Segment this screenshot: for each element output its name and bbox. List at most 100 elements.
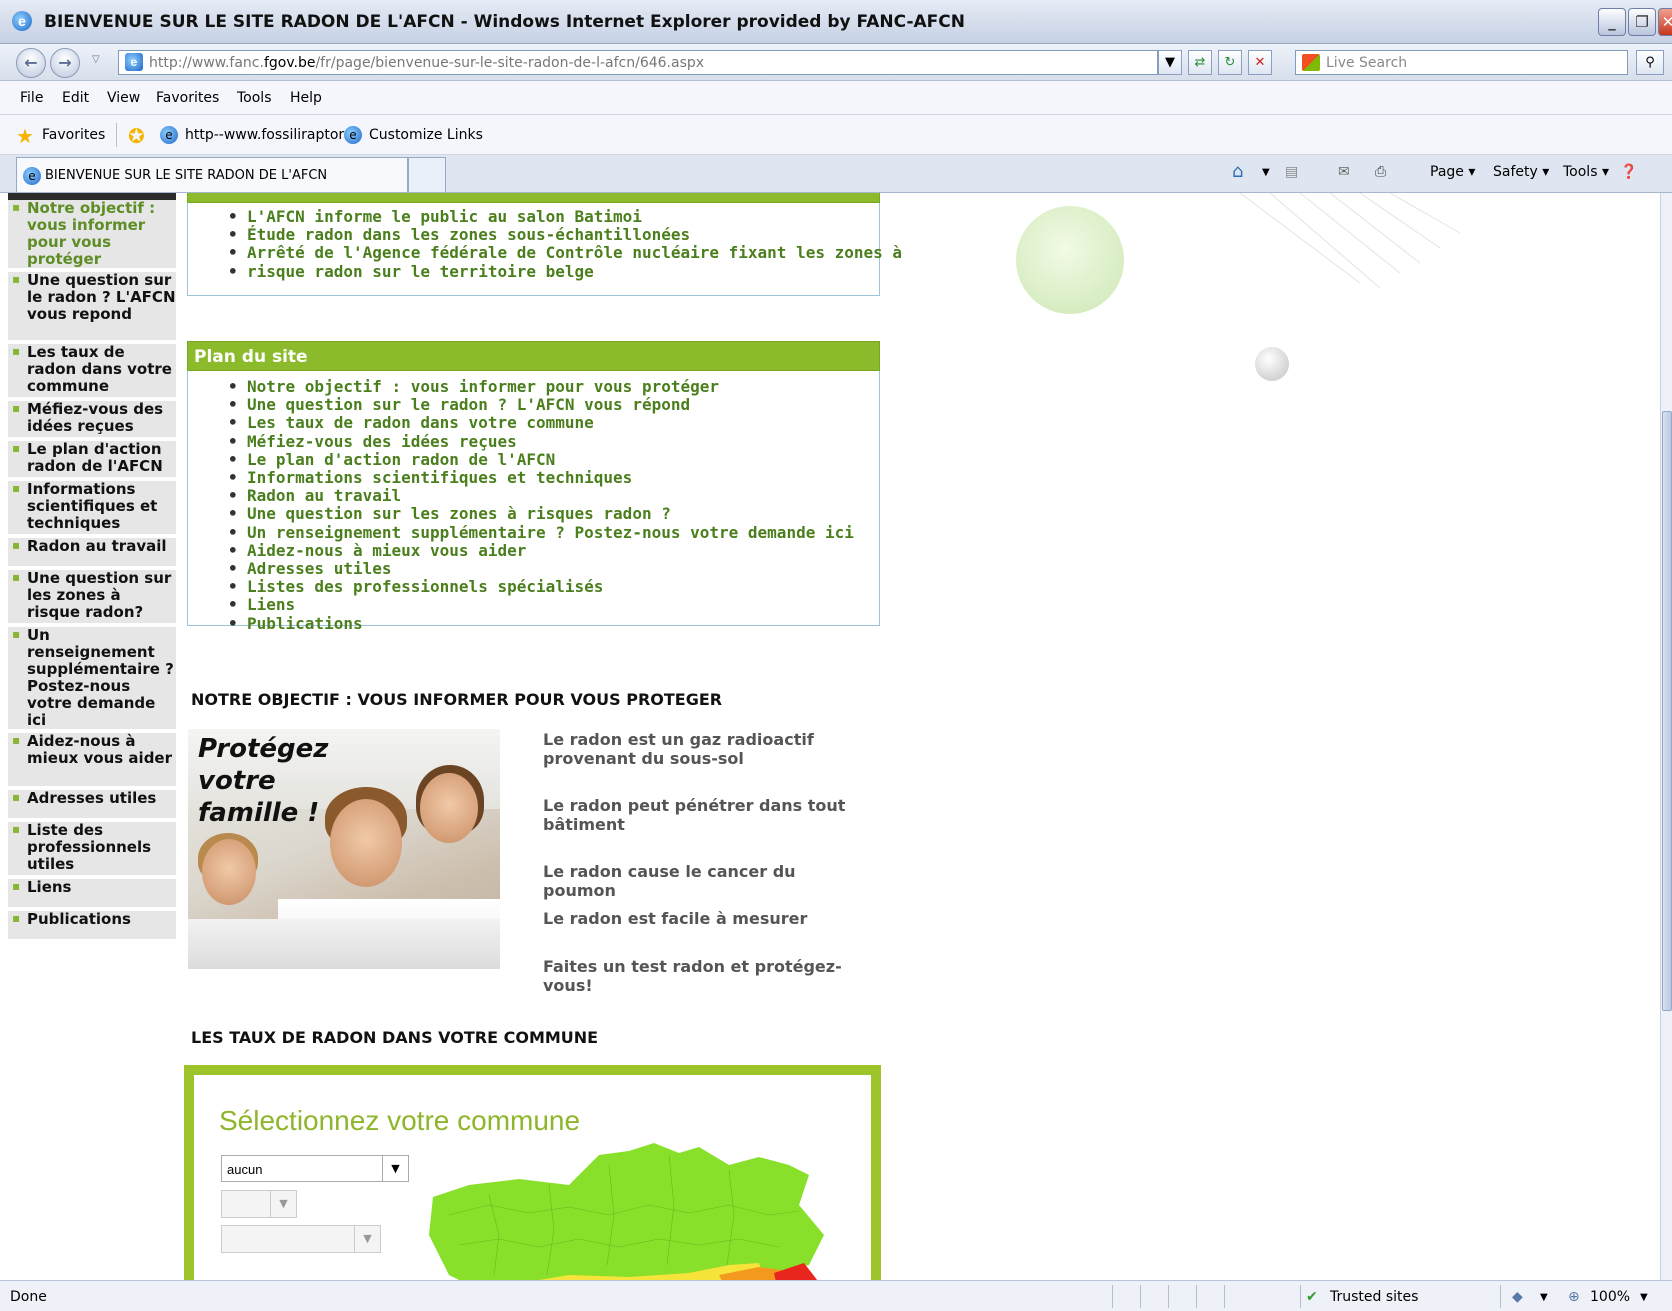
ie-logo-icon: e	[12, 11, 32, 31]
sitemap-item[interactable]: Listes des professionnels spécialisés	[228, 578, 854, 597]
sidebar-item-publications[interactable]: ▪ Publications	[8, 911, 176, 941]
sidebar-item-mefiez[interactable]: ▪ Méfiez-vous des idées reçues	[8, 401, 176, 439]
chevron-down-icon: ▼	[270, 1191, 296, 1217]
print-icon[interactable]: ⎙	[1375, 164, 1386, 180]
objective-heading: NOTRE OBJECTIF : VOUS INFORMER POUR VOUS…	[191, 690, 723, 709]
home-dropdown-icon[interactable]: ▼	[1262, 167, 1270, 178]
history-dropdown-icon[interactable]: ▽	[92, 54, 100, 65]
sitemap-item[interactable]: Un renseignement supplémentaire ? Postez…	[228, 523, 854, 542]
sidebar-item-adresses[interactable]: ▪ Adresses utiles	[8, 790, 176, 820]
protected-mode-icon[interactable]: ◆	[1512, 1289, 1523, 1305]
sidebar: ▪ Notre objectif : vous informer pour vou…	[8, 193, 176, 1280]
vertical-scrollbar[interactable]	[1660, 193, 1672, 1280]
sitemap-item[interactable]: Informations scientifiques et techniques	[228, 468, 854, 487]
sidebar-item-liens[interactable]: ▪ Liens	[8, 879, 176, 909]
menu-tools[interactable]: Tools	[237, 90, 272, 106]
fact-item[interactable]: Le radon cause le cancer du poumon	[543, 862, 863, 900]
url-dropdown-button[interactable]: ▼	[1158, 50, 1182, 75]
commune-widget: Sélectionnez votre commune aucun ▼ ▼ ▼	[184, 1065, 881, 1280]
tab-page-icon: e	[23, 167, 41, 185]
page-icon: e	[125, 53, 143, 71]
security-zone[interactable]: Trusted sites	[1330, 1289, 1418, 1305]
background-decoration	[1016, 193, 1461, 381]
fact-item[interactable]: Le radon est un gaz radioactif provenant…	[543, 730, 863, 768]
sidebar-item-travail[interactable]: ▪ Radon au travail	[8, 538, 176, 568]
sitemap-item[interactable]: Radon au travail	[228, 487, 854, 506]
sidebar-item-question[interactable]: ▪ Une question sur le radon ? L'AFCN vous…	[8, 272, 176, 342]
fact-item[interactable]: Le radon est facile à mesurer	[543, 909, 863, 928]
close-button[interactable]: ✕	[1658, 8, 1672, 36]
zoom-level[interactable]: 100%	[1590, 1289, 1630, 1305]
safety-menu[interactable]: Safety ▾	[1493, 164, 1549, 180]
secondary-select[interactable]: ▼	[221, 1190, 297, 1218]
fact-item[interactable]: Le radon peut pénétrer dans tout bâtimen…	[543, 796, 863, 834]
tab-bar: e BIENVENUE SUR LE SITE RADON DE L'AFCN …	[0, 155, 1672, 193]
fact-item[interactable]: Faites un test radon et protégez-vous!	[543, 957, 863, 995]
commune-select[interactable]: aucun ▼	[221, 1155, 409, 1182]
tools-menu[interactable]: Tools ▾	[1563, 164, 1609, 180]
favorite-link-fossiliraptor[interactable]: http--www.fossiliraptor	[185, 127, 344, 143]
window-title: BIENVENUE SUR LE SITE RADON DE L'AFCN - …	[44, 12, 965, 32]
new-tab-button[interactable]	[408, 157, 446, 192]
sitemap-item[interactable]: Une question sur les zones à risques rad…	[228, 505, 854, 524]
sitemap-item[interactable]: Une question sur le radon ? L'AFCN vous …	[228, 396, 854, 415]
help-icon[interactable]: ❓	[1620, 164, 1637, 180]
sidebar-item-aidez[interactable]: ▪ Aidez-nous à mieux vous aider	[8, 733, 176, 788]
sitemap-header: Plan du site	[187, 341, 880, 371]
family-photo[interactable]: Protégez votre famille !	[188, 729, 500, 969]
home-icon[interactable]: ⌂	[1232, 161, 1243, 182]
sitemap-item[interactable]: Méfiez-vous des idées reçues	[228, 432, 854, 451]
sidebar-item-informations[interactable]: ▪ Informations scientifiques et technique…	[8, 481, 176, 536]
favorites-star-icon[interactable]: ★	[16, 124, 34, 148]
tertiary-select[interactable]: ▼	[221, 1225, 381, 1253]
menu-edit[interactable]: Edit	[62, 90, 89, 106]
page-content: ▪ Notre objectif : vous informer pour vou…	[0, 193, 1660, 1280]
sidebar-item-taux[interactable]: ▪ Les taux de radon dans votre commune	[8, 344, 176, 399]
chevron-down-icon: ▼	[382, 1156, 408, 1181]
belgium-radon-map[interactable]	[429, 1135, 849, 1280]
news-item-continued[interactable]: risque radon sur le territoire belge	[228, 262, 902, 281]
add-favorite-icon[interactable]: ✪	[128, 124, 145, 148]
news-item[interactable]: L'AFCN informe le public au salon Batimo…	[228, 207, 902, 226]
favorite-link-customize[interactable]: Customize Links	[369, 127, 483, 143]
sidebar-item-plan[interactable]: ▪ Le plan d'action radon de l'AFCN	[8, 441, 176, 479]
tab-active[interactable]: e BIENVENUE SUR LE SITE RADON DE L'AFCN	[16, 157, 408, 192]
sitemap-item[interactable]: Liens	[228, 596, 854, 615]
sitemap-item[interactable]: Adresses utiles	[228, 559, 854, 578]
refresh-button[interactable]: ↻	[1218, 50, 1242, 75]
back-button[interactable]: ←	[16, 48, 46, 78]
favorites-button[interactable]: Favorites	[42, 127, 105, 143]
url-field[interactable]: e http://www.fanc.fgov.be/fr/page/bienve…	[118, 50, 1158, 75]
stop-button[interactable]: ✕	[1248, 50, 1272, 75]
sitemap-item[interactable]: Les taux de radon dans votre commune	[228, 414, 854, 433]
forward-button[interactable]: →	[50, 48, 80, 78]
sidebar-item-renseignement[interactable]: ▪ Un renseignement supplémentaire ? Poste…	[8, 627, 176, 731]
sitemap-item[interactable]: Notre objectif : vous informer pour vous…	[228, 377, 854, 396]
scrollbar-thumb[interactable]	[1662, 411, 1672, 1011]
news-item[interactable]: Étude radon dans les zones sous-échantil…	[228, 226, 902, 245]
zoom-icon[interactable]: ⊕	[1568, 1289, 1580, 1305]
menu-help[interactable]: Help	[290, 90, 322, 106]
menu-favorites[interactable]: Favorites	[156, 90, 219, 106]
mail-icon[interactable]: ✉	[1338, 164, 1350, 180]
sitemap-item[interactable]: Aidez-nous à mieux vous aider	[228, 541, 854, 560]
zoom-dropdown-icon[interactable]: ▼	[1640, 1292, 1648, 1303]
page-menu[interactable]: Page ▾	[1430, 164, 1475, 180]
search-field[interactable]: Live Search	[1295, 50, 1628, 75]
commune-title: Sélectionnez votre commune	[219, 1105, 581, 1136]
restore-button[interactable]: ❐	[1628, 8, 1656, 36]
menu-file[interactable]: File	[20, 90, 43, 106]
news-item[interactable]: Arrêté de l'Agence fédérale de Contrôle …	[228, 244, 902, 263]
minimize-button[interactable]: _	[1598, 8, 1626, 36]
menu-view[interactable]: View	[107, 90, 140, 106]
sidebar-item-zones[interactable]: ▪ Une question sur les zones à risque rad…	[8, 570, 176, 625]
chevron-down-icon[interactable]: ▼	[1540, 1292, 1548, 1303]
sitemap-item[interactable]: Le plan d'action radon de l'AFCN	[228, 450, 854, 469]
sitemap-item[interactable]: Publications	[228, 614, 854, 633]
sidebar-item-objectif[interactable]: ▪ Notre objectif : vous informer pour vou…	[8, 200, 176, 270]
compatibility-icon[interactable]: ⇄	[1188, 50, 1212, 75]
favorites-bar: ★ Favorites ✪ e http--www.fossiliraptor …	[0, 115, 1672, 155]
feeds-icon[interactable]: ▤	[1285, 164, 1298, 180]
search-button[interactable]: ⚲	[1636, 50, 1664, 75]
sidebar-item-professionnels[interactable]: ▪ Liste des professionnels utiles	[8, 822, 176, 877]
